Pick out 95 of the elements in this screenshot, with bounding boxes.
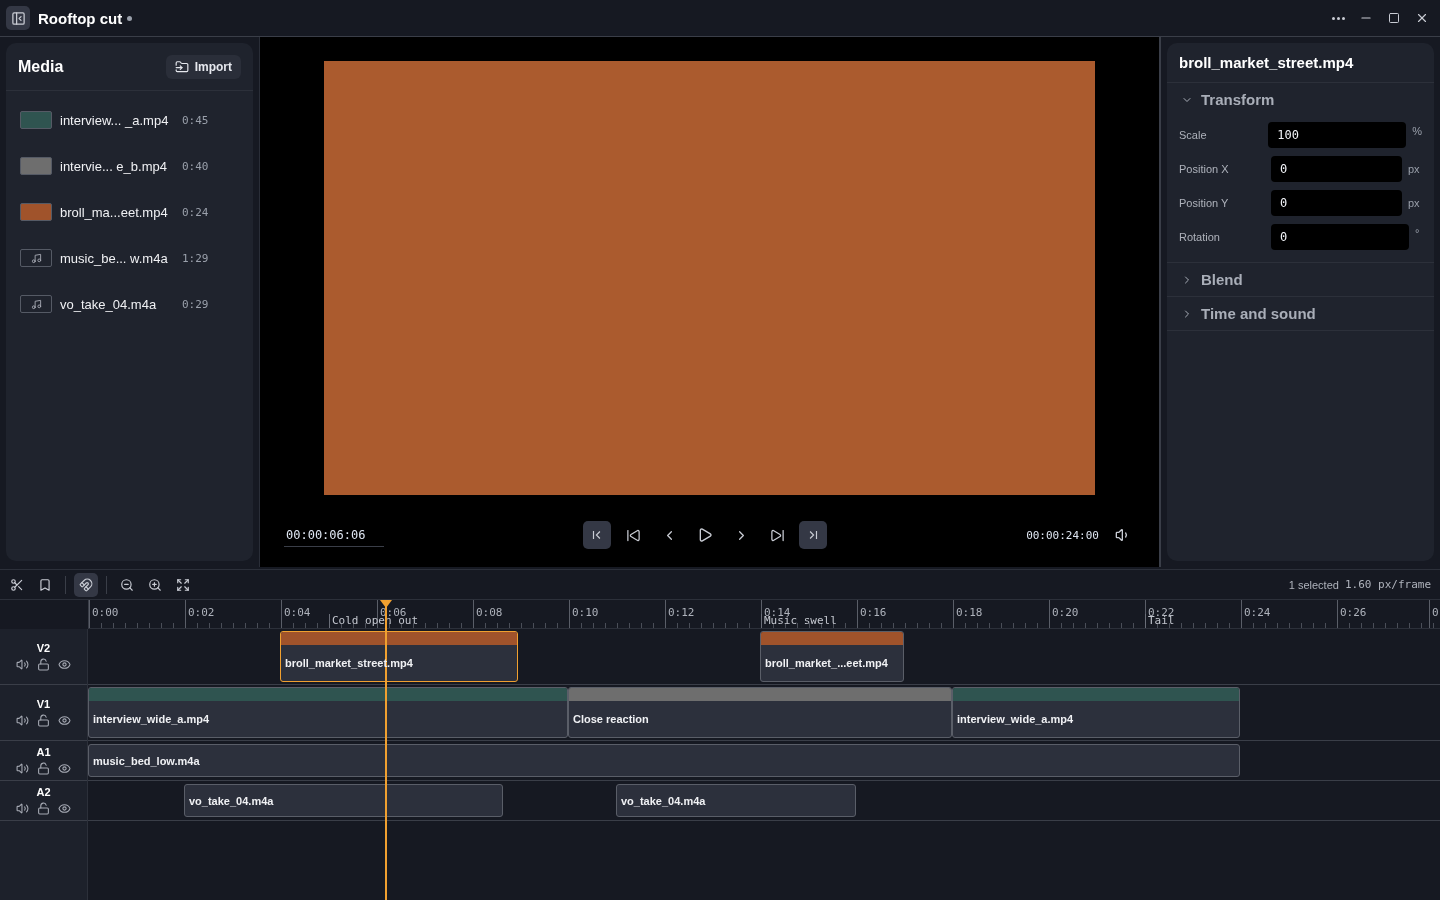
zoom-out-icon	[120, 577, 134, 592]
close-icon	[1415, 11, 1429, 25]
panel-title: Media	[18, 57, 64, 76]
sidebar-icon	[10, 10, 26, 26]
media-duration: 0:29	[182, 297, 209, 311]
zoom-in-icon	[148, 577, 162, 592]
window-title: Rooftop cut	[38, 9, 123, 27]
ruler-label: 0:16	[860, 606, 887, 619]
clip-title: broll_market_street.mp4	[1179, 54, 1354, 71]
eye-icon[interactable]	[58, 762, 71, 775]
ruler-label: 0:12	[668, 606, 695, 619]
timeline-clip[interactable]: vo_take_04.m4a	[616, 784, 856, 817]
play-icon	[697, 527, 714, 543]
timeline-clip[interactable]: Close reaction	[568, 687, 952, 738]
number-field[interactable]: 100	[1268, 122, 1407, 148]
eye-icon[interactable]	[58, 802, 71, 815]
ruler-label: 0:18	[956, 606, 983, 619]
media-duration: 0:40	[182, 159, 209, 173]
track-name: A1	[36, 746, 51, 758]
music-note-icon	[30, 298, 42, 310]
total-duration: 00:00:24:00	[1026, 528, 1099, 542]
field-label: Rotation	[1179, 231, 1221, 243]
ruler-label: 0:04	[284, 606, 311, 619]
timeline-clip[interactable]: interview_wide_a.mp4	[88, 687, 568, 738]
media-name[interactable]: music_be... w.m4a	[60, 250, 174, 266]
clip-name: interview_wide_a.mp4	[92, 713, 211, 725]
number-field[interactable]: 0	[1271, 224, 1409, 250]
speaker-icon[interactable]	[16, 802, 29, 815]
track-name: V1	[36, 698, 51, 710]
media-name[interactable]: interview... _a.mp4	[60, 112, 174, 128]
eye-icon[interactable]	[58, 658, 71, 671]
media-name[interactable]: vo_take_04.m4a	[60, 296, 174, 312]
skip-forward-icon	[769, 527, 785, 543]
maximize-icon	[1388, 12, 1400, 24]
field-label: Position Y	[1179, 197, 1230, 209]
media-name[interactable]: broll_ma...eet.mp4	[60, 204, 174, 220]
magnet-button[interactable]	[74, 572, 98, 597]
clip-name: vo_take_04.m4a	[188, 794, 275, 807]
unlock-icon[interactable]	[37, 802, 50, 815]
media-name[interactable]: intervie... e_b.mp4	[60, 158, 174, 174]
ruler-label: 0:10	[572, 606, 599, 619]
clip-name: music_bed_low.m4a	[92, 754, 201, 767]
unit-label: px	[1408, 163, 1420, 175]
field-label: Position X	[1179, 163, 1230, 175]
section-header[interactable]: Blend	[1179, 263, 1422, 296]
section-header[interactable]: Transform	[1179, 83, 1422, 116]
eye-icon[interactable]	[58, 714, 71, 727]
mark-out-button[interactable]	[799, 521, 828, 549]
unit-label: %	[1412, 125, 1422, 137]
ruler-label: 0	[1432, 606, 1439, 619]
ruler-label: 0:00	[92, 606, 119, 619]
import-button[interactable]: Import	[165, 54, 241, 79]
speaker-icon[interactable]	[16, 714, 29, 727]
track-name: V2	[36, 642, 51, 654]
timeline-clip[interactable]: vo_take_04.m4a	[184, 784, 504, 817]
clip-name: broll_market_...eet.mp4	[764, 657, 889, 669]
scissors-icon	[10, 577, 24, 592]
selection-count: 1 selected	[1288, 578, 1339, 591]
music-note-icon	[30, 252, 42, 264]
speaker-icon[interactable]	[16, 658, 29, 671]
expand-icon	[176, 577, 190, 592]
clip-name: interview_wide_a.mp4	[956, 713, 1075, 725]
ruler-label: 0:26	[1340, 606, 1367, 619]
media-duration: 0:24	[182, 205, 209, 219]
unit-label: px	[1408, 197, 1420, 209]
section-header[interactable]: Time and sound	[1179, 297, 1422, 330]
clip-name: Close reaction	[572, 713, 650, 725]
ruler-label: 0:02	[188, 606, 215, 619]
unlock-icon[interactable]	[37, 762, 50, 775]
unit-label: °	[1415, 227, 1420, 239]
ruler-label: 0:24	[1244, 606, 1271, 619]
speaker-icon[interactable]	[16, 762, 29, 775]
zoom-scale: 1.60 px/frame	[1344, 578, 1431, 591]
more-icon	[1331, 16, 1345, 20]
timeline-clip[interactable]: music_bed_low.m4a	[88, 744, 1240, 777]
number-field[interactable]: 0	[1271, 190, 1402, 216]
ruler-label: 0:20	[1052, 606, 1079, 619]
mark-in-button[interactable]	[583, 521, 612, 549]
bookmark-icon	[38, 577, 52, 592]
unlock-icon[interactable]	[37, 714, 50, 727]
current-timecode[interactable]: 00:00:06:06	[284, 523, 384, 547]
unlock-icon[interactable]	[37, 658, 50, 671]
timeline-clip[interactable]: interview_wide_a.mp4	[952, 687, 1240, 738]
media-duration: 1:29	[182, 251, 209, 265]
skip-back-icon	[625, 527, 641, 543]
import-icon	[174, 59, 189, 74]
sidebar-toggle-button[interactable]	[6, 6, 30, 30]
ruler-label: 0:08	[476, 606, 503, 619]
field-label: Scale	[1179, 129, 1208, 141]
timeline-clip[interactable]: broll_market_...eet.mp4	[760, 631, 904, 682]
media-duration: 0:45	[182, 113, 209, 127]
number-field[interactable]: 0	[1271, 156, 1402, 182]
magnet-icon	[79, 577, 93, 592]
clip-name: vo_take_04.m4a	[620, 794, 707, 807]
track-name: A2	[36, 786, 51, 798]
